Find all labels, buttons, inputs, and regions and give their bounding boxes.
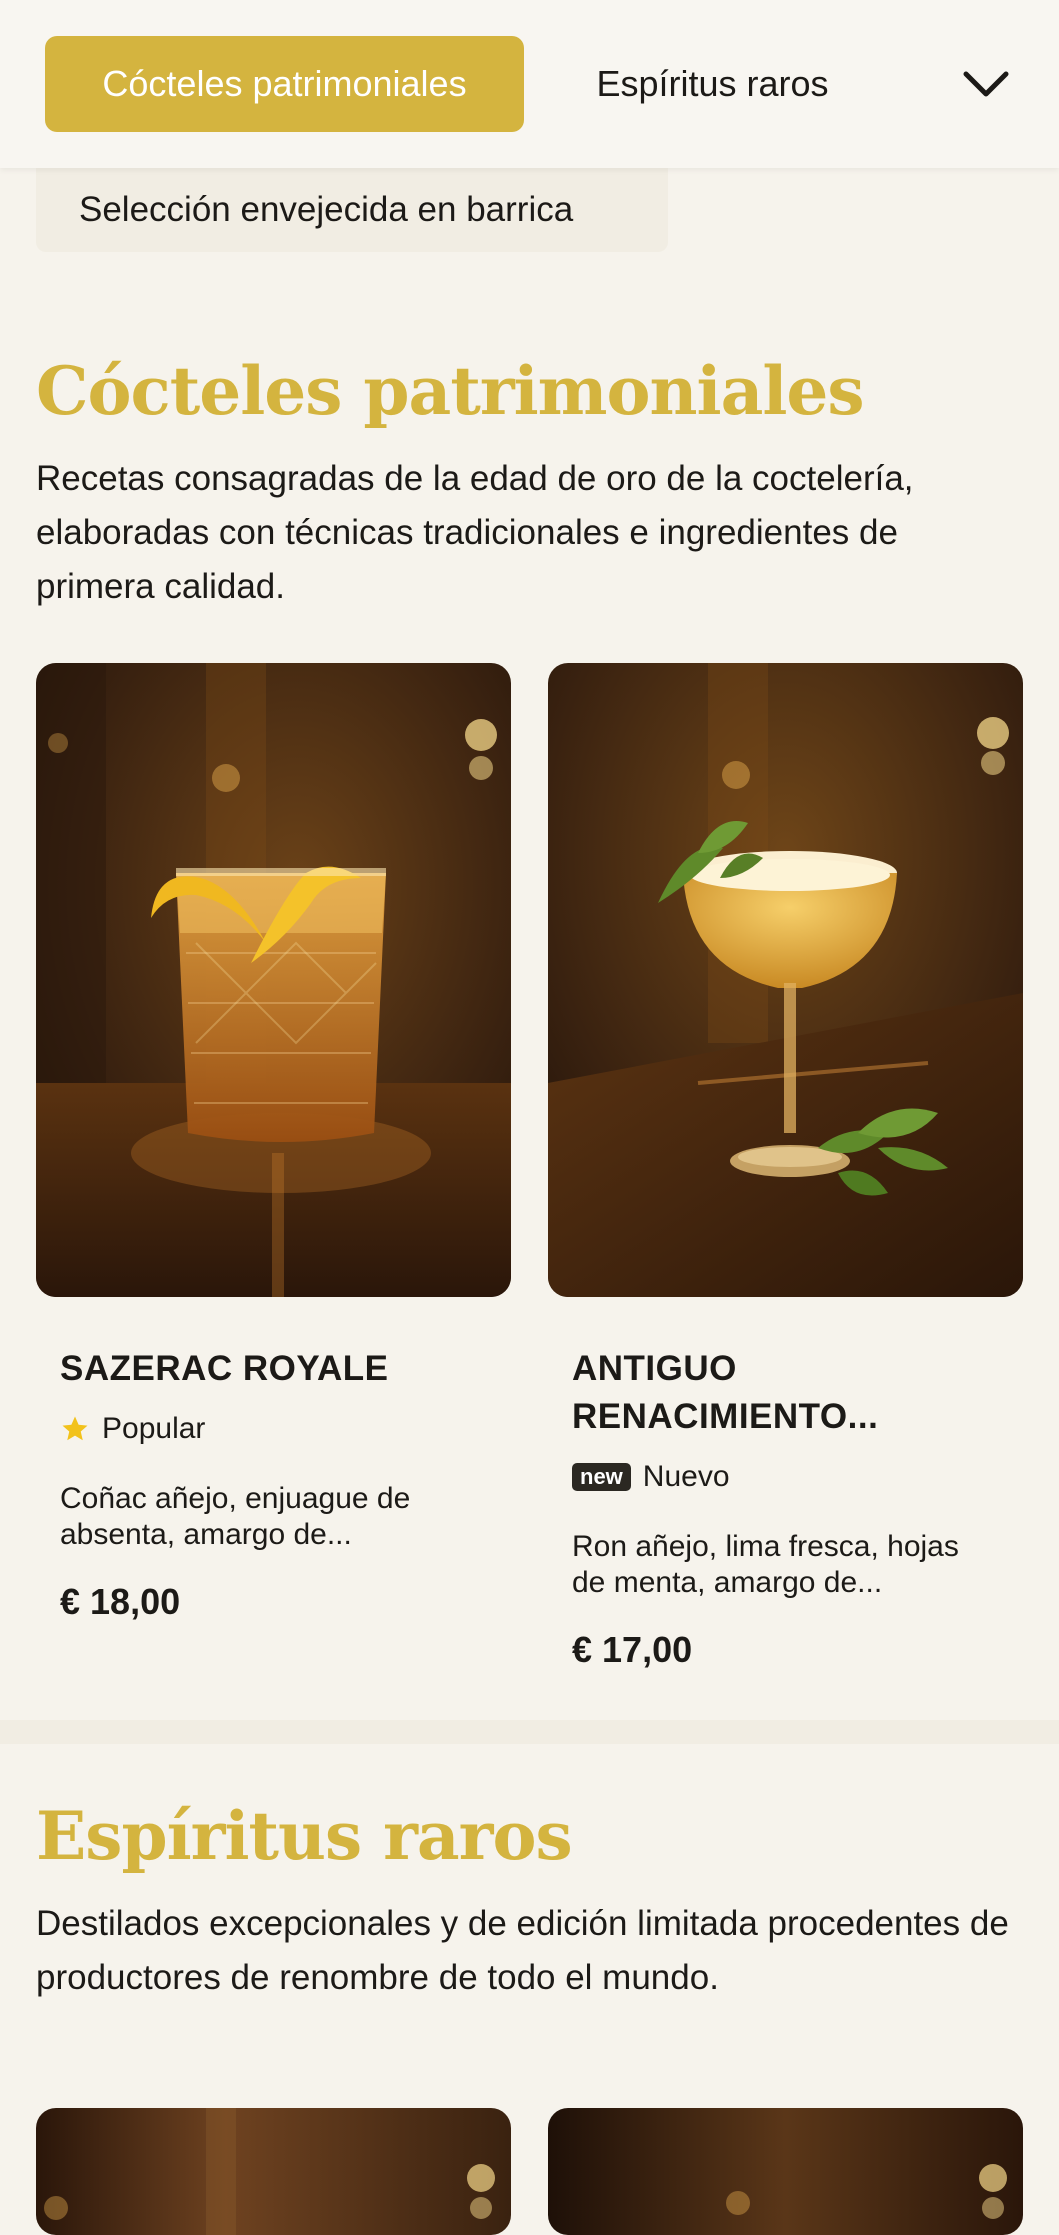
badge-popular: Popular [60,1405,487,1453]
section-description: Recetas consagradas de la edad de oro de… [36,459,914,606]
product-card[interactable]: SAZERAC ROYALE Popular Coñac añejo, enju… [36,663,511,1623]
dropdown-item-barrica[interactable]: Selección envejecida en barrica [36,168,668,252]
badge-label: Nuevo [642,1460,730,1493]
badge-new: new Nuevo [572,1453,999,1501]
new-tag: new [572,1463,631,1491]
spirit-image [548,2108,1023,2235]
product-name: ANTIGUO RENACIMIENTO... [572,1349,879,1436]
category-nav: Cócteles patrimoniales Espíritus raros [0,0,1059,168]
product-card[interactable] [36,2108,511,2235]
product-price: € 18,00 [60,1581,181,1622]
product-description: Coñac añejo, enjuague de absenta, amargo… [60,1482,411,1551]
chevron-down-icon[interactable] [960,60,1012,108]
product-name: SAZERAC ROYALE [60,1349,389,1388]
cocktail-image [36,663,511,1297]
cocktail-image [548,663,1023,1297]
section-divider [0,1720,1059,1744]
product-description: Ron añejo, lima fresca, hojas de menta, … [572,1530,959,1599]
tab-cocteles-patrimoniales[interactable]: Cócteles patrimoniales [45,36,524,132]
section-description: Destilados excepcionales y de edición li… [36,1904,1009,1997]
product-card[interactable]: ANTIGUO RENACIMIENTO... new Nuevo Ron añ… [548,663,1023,1671]
section-title: Cócteles patrimoniales [36,352,865,430]
tab-espiritus-raros[interactable]: Espíritus raros [560,36,865,132]
badge-label: Popular [102,1412,206,1445]
product-price: € 17,00 [572,1629,693,1670]
product-card[interactable] [548,2108,1023,2235]
star-icon [62,1416,88,1441]
section-title: Espíritus raros [36,1797,573,1875]
spirit-image [36,2108,511,2235]
